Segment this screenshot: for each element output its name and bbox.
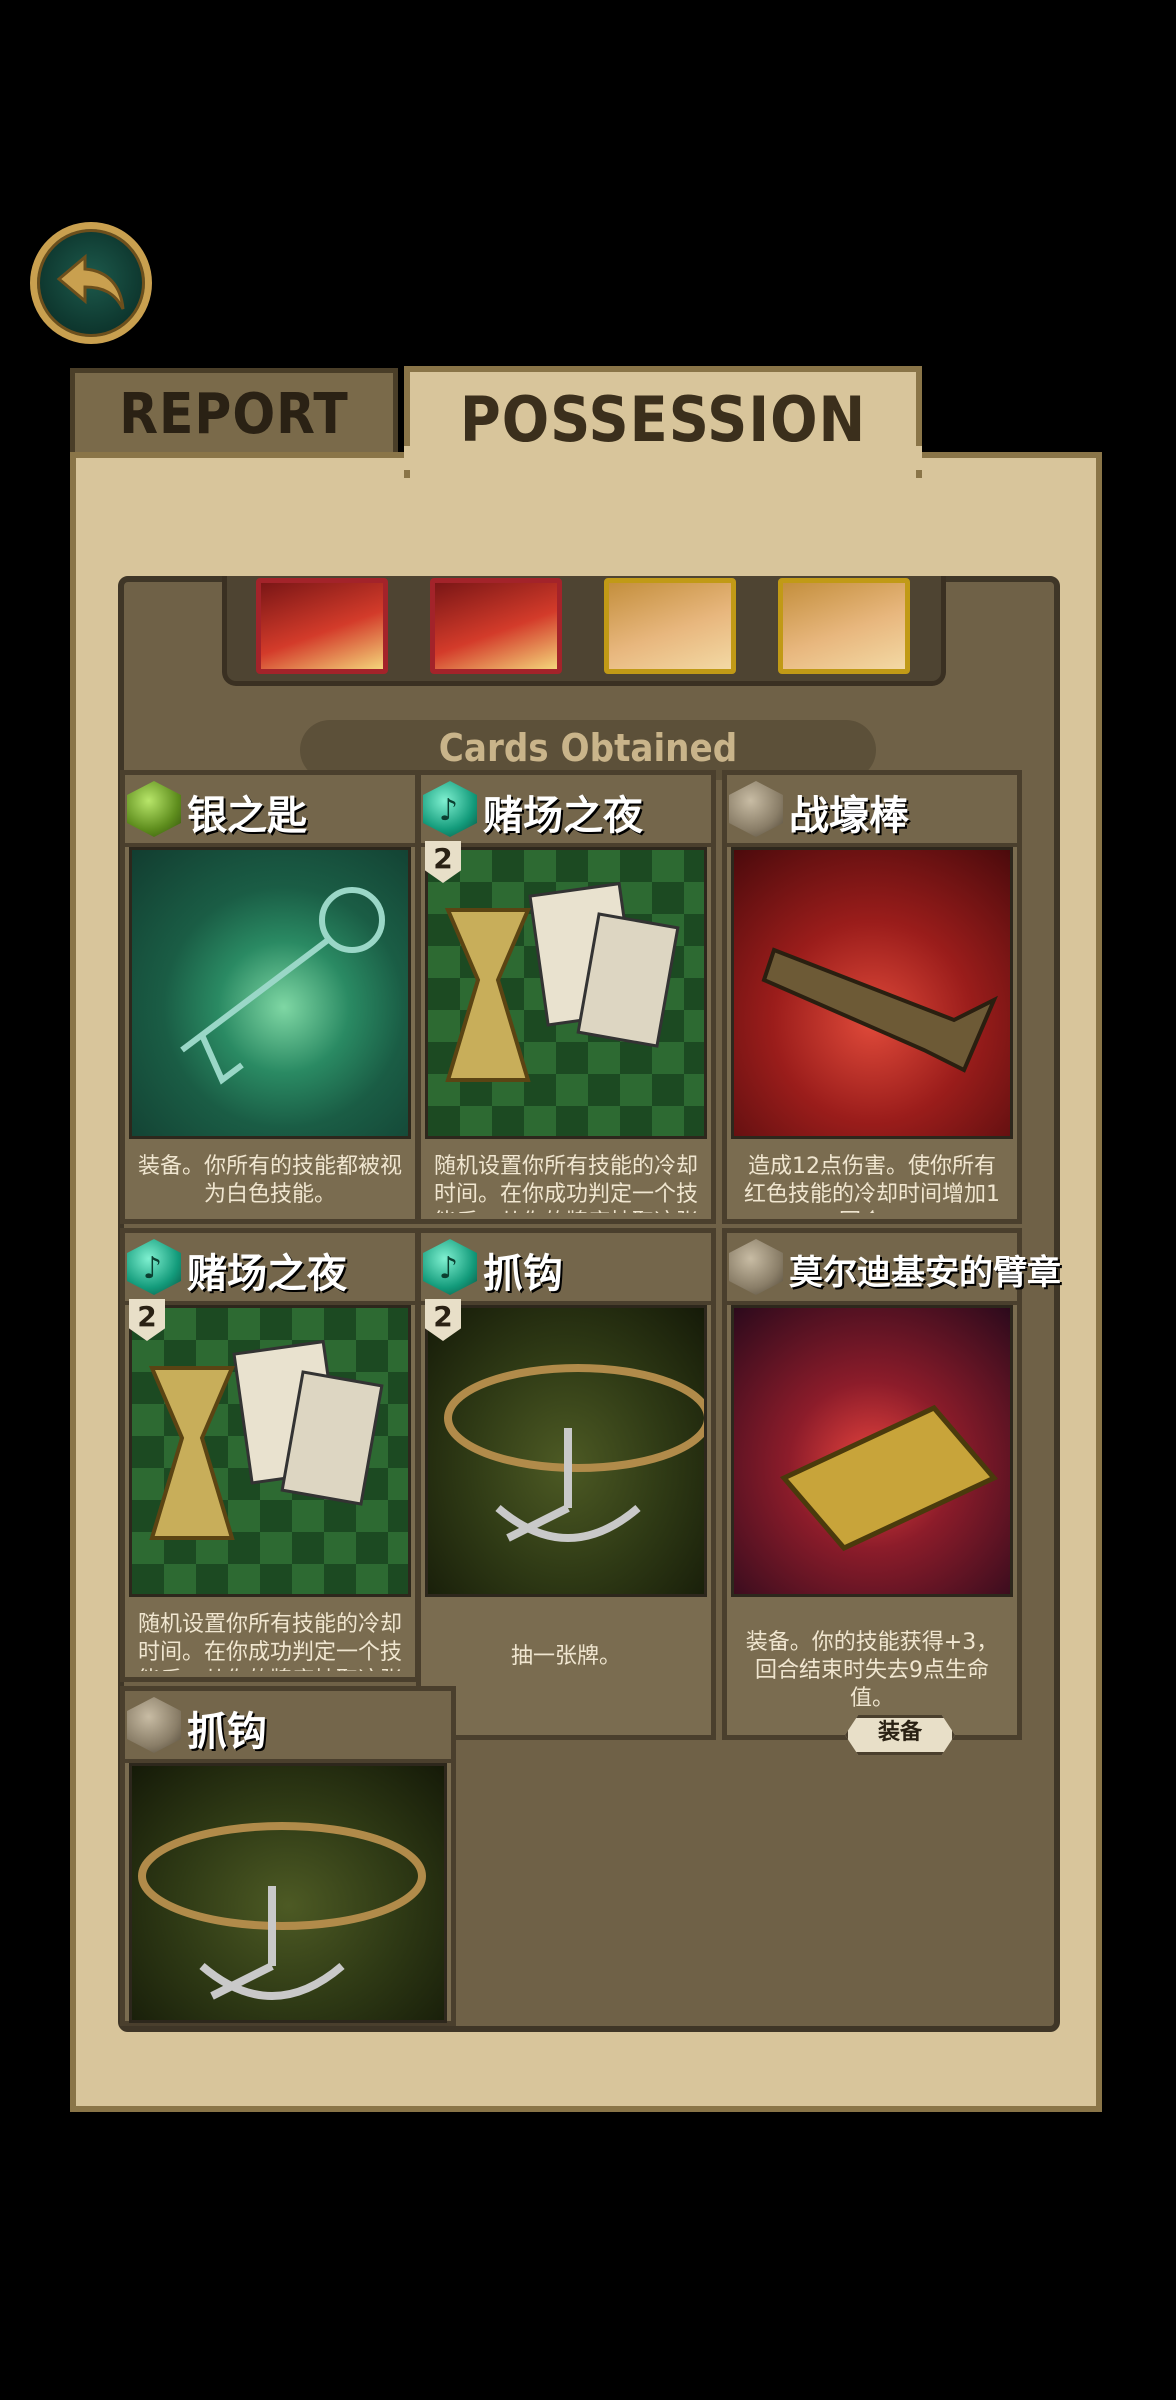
tab-report[interactable]: REPORT xyxy=(70,368,398,462)
skill-card-thumb[interactable] xyxy=(430,578,562,674)
skill-card-thumb[interactable] xyxy=(256,578,388,674)
casino-night-art xyxy=(129,1305,411,1597)
silver-key-art xyxy=(129,847,411,1139)
card-armband[interactable]: 莫尔迪基安的臂章 装备。你的技能获得+3，回合结束时失去9点生命值。 装备 xyxy=(722,1228,1061,1755)
armband-art xyxy=(731,1305,1013,1597)
trench-club-art xyxy=(731,847,1013,1139)
back-button[interactable] xyxy=(30,222,152,344)
card-grappling-hook[interactable]: ♪ 抓钩 2 抽一张牌。 xyxy=(416,1228,716,1740)
music-note-icon: ♪ xyxy=(127,1239,181,1295)
card-silver-key[interactable]: 银之匙 装备。你所有的技能都被视为白色技能。 xyxy=(120,770,420,1224)
gem-icon xyxy=(729,781,783,837)
equip-tag: 装备 xyxy=(845,1715,955,1755)
card-casino-night-2[interactable]: ♪赌场之夜 2 随机设置你所有技能的冷却时间。在你成功判定一个技能后，从你的牌库… xyxy=(120,1228,420,1682)
card-casino-night[interactable]: ♪赌场之夜 2 随机设置你所有技能的冷却时间。在你成功判定一个技能后，从你的牌库… xyxy=(416,770,716,1224)
casino-night-art xyxy=(425,847,707,1139)
grappling-hook-art xyxy=(129,1763,447,2023)
card-grappling-hook-2[interactable]: 抓钩 xyxy=(120,1686,456,2026)
grappling-hook-art xyxy=(425,1305,707,1597)
skill-card-thumb[interactable] xyxy=(778,578,910,674)
gem-icon xyxy=(729,1239,783,1295)
skill-card-thumb[interactable] xyxy=(604,578,736,674)
music-note-icon: ♪ xyxy=(423,1239,477,1295)
gem-icon xyxy=(127,1697,181,1753)
card-trench-club[interactable]: 战壕棒 造成12点伤害。使你所有红色技能的冷却时间增加1回合。 xyxy=(722,770,1022,1224)
music-note-icon: ♪ xyxy=(423,781,477,837)
gem-icon xyxy=(127,781,181,837)
back-arrow-icon xyxy=(56,253,125,310)
